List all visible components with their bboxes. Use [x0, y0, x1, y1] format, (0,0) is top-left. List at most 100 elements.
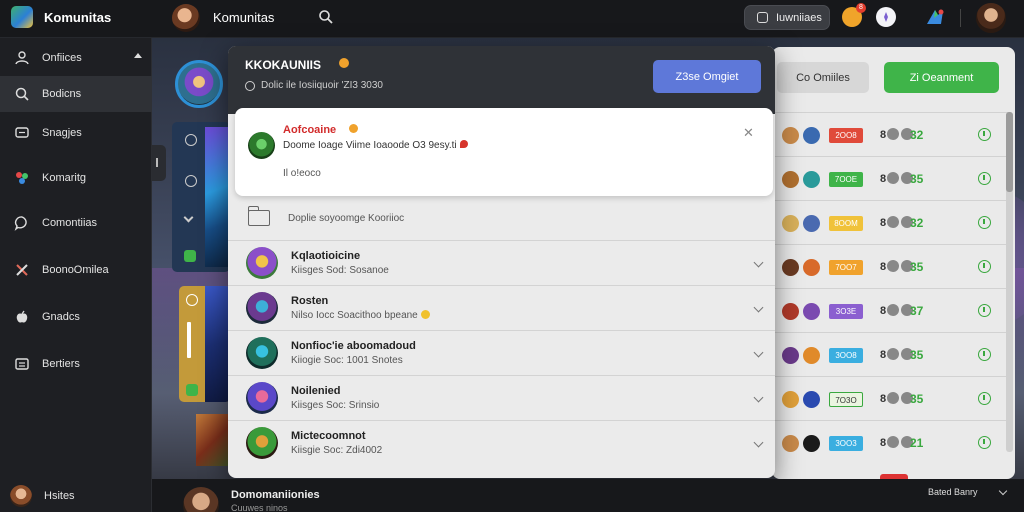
- stat-group: 8: [880, 392, 914, 405]
- avatar: [803, 215, 820, 232]
- list-item-subtitle: Nilso Iocc Soacithoo bpeane: [291, 310, 430, 321]
- section-header: Doplie soyoomge Kooriioc: [248, 206, 404, 226]
- sidebar-item-users[interactable]: Onfiices: [0, 40, 152, 76]
- power-icon[interactable]: [978, 436, 991, 449]
- status-badge: 3O3E: [829, 304, 863, 319]
- clock-icon: [185, 134, 197, 146]
- chat-bubble-icon: [14, 216, 27, 231]
- puzzle-icon[interactable]: [924, 6, 946, 28]
- app-logo-icon[interactable]: [11, 6, 33, 28]
- notice-meta[interactable]: Il o!eoco: [283, 168, 321, 179]
- primary-button[interactable]: Z3se Omgiet: [653, 60, 761, 93]
- chevron-down-icon[interactable]: [753, 302, 764, 313]
- sidebar-item-label: Gnadcs: [42, 311, 80, 323]
- list-item-name: Kqlaotioicine: [291, 250, 361, 262]
- table-row[interactable]: 3OO8 8 35: [772, 332, 1008, 376]
- sidebar-item-comments[interactable]: Comontiias: [0, 205, 152, 241]
- collapse-sidebar-button[interactable]: [152, 145, 166, 181]
- sidebar-item-lists[interactable]: Bertiers: [0, 346, 152, 382]
- score-value: 35: [910, 260, 924, 274]
- chevron-down-icon[interactable]: [753, 392, 764, 403]
- list-item[interactable]: Mictecoomnot Kiisgie Soc: Zdi4002: [228, 420, 775, 465]
- chevron-up-icon[interactable]: [134, 53, 142, 58]
- token-icon: [887, 216, 900, 228]
- avatar: [782, 215, 799, 232]
- power-icon[interactable]: [978, 128, 991, 141]
- list-item-subtitle-text: Kiisges Sod: Sosanoe: [291, 265, 389, 276]
- status-badge: 7OOE: [829, 172, 863, 187]
- list-item[interactable]: Nonfioc'ie aboomadoud Kiiogie Soc: 1001 S…: [228, 330, 775, 375]
- stat-value: 8: [880, 305, 887, 317]
- secondary-button[interactable]: Co Omiiles: [777, 62, 869, 93]
- power-icon[interactable]: [978, 172, 991, 185]
- power-icon[interactable]: [978, 216, 991, 229]
- window-icon: [757, 12, 768, 23]
- info-icon: [185, 175, 197, 187]
- sidebar-profile[interactable]: Hsites: [0, 480, 152, 512]
- table-row[interactable]: 3O3E 8 37: [772, 288, 1008, 332]
- modal-title: KKOKAUNIIS: [245, 58, 322, 72]
- bottom-subtitle: Cuuwes ninos: [231, 503, 288, 512]
- modal-subtitle-text: Dolic ile Iosiiquoir 'ZI3 3030: [261, 80, 383, 91]
- sidebar-item-search[interactable]: Bodicns: [0, 76, 152, 112]
- stat-value: 8: [880, 217, 887, 229]
- avatar: [803, 303, 820, 320]
- game-card[interactable]: [172, 122, 230, 272]
- avatar: [246, 247, 278, 279]
- status-icon: [184, 250, 196, 262]
- close-icon[interactable]: ✕: [743, 125, 754, 141]
- sidebar-item-tools[interactable]: BoonoOmilea: [0, 252, 152, 288]
- power-icon[interactable]: [978, 392, 991, 405]
- stat-group: 8: [880, 172, 914, 185]
- power-icon[interactable]: [978, 260, 991, 273]
- table-row[interactable]: 7OOE 8 35: [772, 156, 1008, 200]
- bottom-right-label[interactable]: Bated Banry: [928, 487, 978, 497]
- list-item[interactable]: Rosten Nilso Iocc Soacithoo bpeane: [228, 285, 775, 330]
- palette-icon: [16, 172, 28, 184]
- list-item[interactable]: Kqlaotioicine Kiisges Sod: Sosanoe: [228, 240, 775, 285]
- community-avatar[interactable]: [172, 4, 200, 32]
- table-row[interactable]: 7OO7 8 35: [772, 244, 1008, 288]
- message-icon: [15, 127, 29, 138]
- avatar: [246, 292, 278, 324]
- table-row[interactable]: 7O3O 8 35: [772, 376, 1008, 420]
- search-icon: [15, 87, 29, 101]
- avatar: [782, 171, 799, 188]
- stat-group: 8: [880, 436, 914, 449]
- stat-value: 8: [880, 437, 887, 449]
- chevron-down-icon[interactable]: [753, 347, 764, 358]
- status-icon: [186, 384, 198, 396]
- game-card[interactable]: [179, 286, 231, 402]
- chevron-down-icon[interactable]: [753, 257, 764, 268]
- avatar: [782, 435, 799, 452]
- search-icon[interactable]: [318, 9, 334, 25]
- status-pill-button[interactable]: Iuwniiaes: [744, 5, 830, 30]
- page-title: Komunitas: [213, 10, 275, 25]
- scrollbar-thumb[interactable]: [1006, 112, 1013, 192]
- sidebar-item-games[interactable]: Gnadcs: [0, 299, 152, 335]
- sidebar-item-themes[interactable]: Komaritg: [0, 160, 152, 196]
- token-icon: [887, 392, 900, 404]
- list-item[interactable]: Noilenied Kiisges Soc: Srinsio: [228, 375, 775, 420]
- notice-body: Doome Ioage Viime Ioaoode O3 9esy.ti: [283, 140, 468, 151]
- avatar: [803, 347, 820, 364]
- token-icon: [887, 172, 900, 184]
- community-hero-avatar[interactable]: [175, 60, 223, 108]
- power-icon[interactable]: [978, 304, 991, 317]
- power-icon[interactable]: [978, 348, 991, 361]
- score-value: 37: [910, 304, 924, 318]
- compass-icon[interactable]: [876, 7, 896, 27]
- table-row[interactable]: 8OOM 8 32: [772, 200, 1008, 244]
- score-value: 35: [910, 348, 924, 362]
- table-row[interactable]: 2OO8 8 32: [772, 112, 1008, 156]
- chevron-down-icon: [183, 212, 194, 223]
- sidebar-item-messages[interactable]: Snagjes: [0, 115, 152, 151]
- user-avatar[interactable]: [976, 3, 1006, 33]
- table-row[interactable]: 3OO3 8 21: [772, 420, 1008, 464]
- list-item-subtitle-text: Nilso Iocc Soacithoo bpeane: [291, 310, 418, 321]
- avatar: [782, 259, 799, 276]
- confirm-button[interactable]: Zi Oeanment: [884, 62, 999, 93]
- status-badge: 7OO7: [829, 260, 863, 275]
- list-item-name: Nonfioc'ie aboomadoud: [291, 340, 416, 352]
- chevron-down-icon[interactable]: [753, 437, 764, 448]
